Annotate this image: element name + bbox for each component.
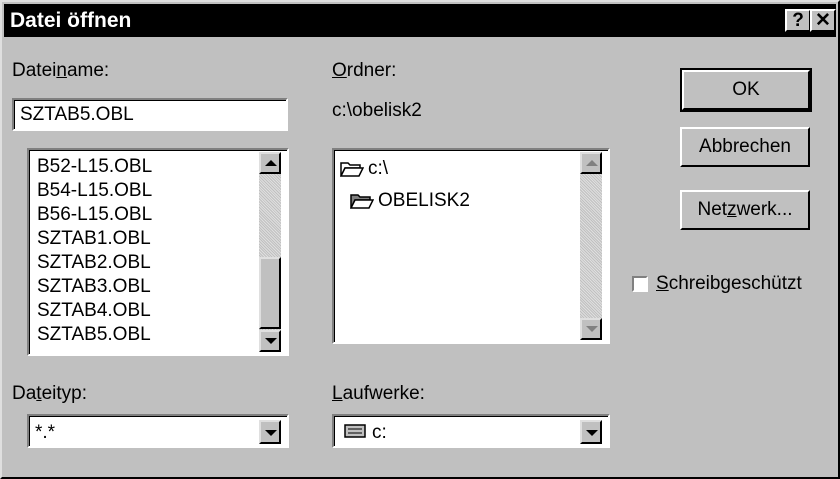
file-list-item[interactable]: SZTAB1.OBL — [37, 228, 151, 249]
file-list-item[interactable]: B56-L15.OBL — [37, 204, 152, 225]
readonly-label[interactable]: Schreibgeschützt — [656, 273, 802, 295]
file-list-item[interactable]: SZTAB5.OBL — [37, 324, 151, 345]
filetype-label: Dateityp: — [12, 383, 87, 404]
drives-label: Laufwerke: — [332, 383, 425, 404]
filetype-select[interactable]: *.* — [27, 414, 289, 448]
file-list-item[interactable]: SZTAB4.OBL — [37, 300, 151, 321]
dialog-title: Datei öffnen — [10, 9, 132, 32]
drive-select[interactable]: c: — [332, 414, 610, 448]
file-list-scrollbar[interactable] — [259, 152, 281, 352]
folder-label: Ordner: — [332, 60, 397, 81]
drive-value: c: — [372, 422, 387, 443]
title-bar[interactable]: Datei öffnen ? ✕ — [4, 4, 836, 37]
filename-input-value: SZTAB5.OBL — [20, 104, 134, 125]
arrow-up-icon — [586, 160, 598, 166]
drive-dropdown-button[interactable] — [580, 420, 602, 444]
folder-scroll-up-button — [580, 152, 602, 174]
help-button[interactable]: ? — [785, 9, 811, 32]
open-folder-icon — [350, 194, 374, 209]
arrow-down-icon — [265, 338, 277, 344]
file-list-item[interactable]: SZTAB2.OBL — [37, 252, 151, 273]
filetype-value: *.* — [35, 422, 56, 443]
file-list-item[interactable]: SZTAB3.OBL — [37, 276, 151, 297]
folder-tree[interactable]: c:\ OBELISK2 — [332, 148, 610, 344]
arrow-up-icon — [265, 160, 277, 166]
file-list-item[interactable]: B54-L15.OBL — [37, 180, 152, 201]
current-folder-path: c:\obelisk2 — [332, 100, 422, 121]
open-folder-icon — [340, 162, 364, 177]
folder-scroll-down-button — [580, 318, 602, 340]
drive-icon — [344, 424, 366, 438]
readonly-checkbox[interactable] — [632, 276, 648, 292]
file-list-item[interactable]: B52-L15.OBL — [37, 156, 152, 177]
scroll-down-button[interactable] — [259, 330, 281, 352]
open-file-dialog: Datei öffnen ? ✕ Dateiname: SZTAB5.OBL B… — [0, 0, 840, 479]
filename-label: Dateiname: — [12, 60, 110, 81]
arrow-down-icon — [586, 326, 598, 332]
ok-button[interactable]: OK — [680, 68, 812, 112]
help-icon: ? — [792, 10, 804, 31]
scroll-up-button[interactable] — [259, 152, 281, 174]
network-button[interactable]: Netzwerk... — [680, 190, 810, 230]
folder-tree-scrollbar — [580, 152, 602, 340]
close-button[interactable]: ✕ — [810, 9, 836, 32]
cancel-button[interactable]: Abbrechen — [680, 127, 810, 167]
file-list[interactable]: B52-L15.OBL B54-L15.OBL B56-L15.OBL SZTAB1.… — [27, 148, 289, 356]
filetype-dropdown-button[interactable] — [259, 420, 281, 444]
chevron-down-icon — [265, 430, 277, 436]
close-icon: ✕ — [815, 10, 831, 31]
scroll-thumb[interactable] — [259, 257, 281, 329]
chevron-down-icon — [586, 430, 598, 436]
filename-input[interactable]: SZTAB5.OBL — [12, 98, 288, 131]
